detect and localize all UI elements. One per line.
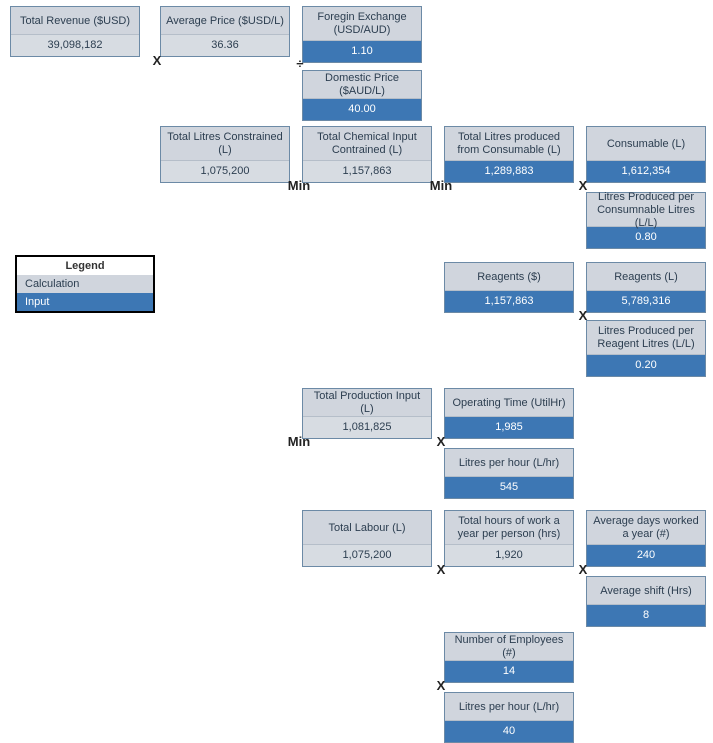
node-litres-per-hour-prod: Litres per hour (L/hr) 545: [444, 448, 574, 499]
node-label: Litres per hour (L/hr): [445, 693, 573, 721]
node-label: Operating Time (UtilHr): [445, 389, 573, 417]
node-value: 0.80: [587, 227, 705, 248]
node-label: Number of Employees (#): [445, 633, 573, 661]
node-value: 1,081,825: [303, 417, 431, 438]
node-value: 1,157,863: [445, 291, 573, 312]
node-total-production-input: Total Production Input (L) 1,081,825: [302, 388, 432, 439]
node-value: 1,612,354: [587, 161, 705, 182]
node-value: 8: [587, 605, 705, 626]
node-avg-days-worked: Average days worked a year (#) 240: [586, 510, 706, 567]
op-mult: X: [142, 53, 172, 69]
node-total-chem-input: Total Chemical Input Contrained (L) 1,15…: [302, 126, 432, 183]
node-label: Litres per hour (L/hr): [445, 449, 573, 477]
node-label: Reagents ($): [445, 263, 573, 291]
node-value: 1,920: [445, 545, 573, 566]
node-value: 40: [445, 721, 573, 742]
node-value: 1,985: [445, 417, 573, 438]
node-domestic-price: Domestic Price ($AUD/L) 40.00: [302, 70, 422, 121]
node-label: Average shift (Hrs): [587, 577, 705, 605]
node-value: 545: [445, 477, 573, 498]
node-reagents-l: Reagents (L) 5,789,316: [586, 262, 706, 313]
op-mult: X: [568, 308, 598, 324]
node-total-litres-consumable: Total Litres produced from Consumable (L…: [444, 126, 574, 183]
node-foreign-exchange: Foregin Exchange (USD/AUD) 1.10: [302, 6, 422, 63]
node-total-hours-per-person: Total hours of work a year per person (h…: [444, 510, 574, 567]
op-mult: X: [426, 678, 456, 694]
node-reagents-dollar: Reagents ($) 1,157,863: [444, 262, 574, 313]
node-label: Foregin Exchange (USD/AUD): [303, 7, 421, 41]
node-value: 1.10: [303, 41, 421, 62]
diagram-canvas: Total Revenue ($USD) 39,098,182 Average …: [0, 0, 713, 742]
op-mult: X: [568, 178, 598, 194]
op-min: Min: [284, 178, 314, 194]
node-label: Average days worked a year (#): [587, 511, 705, 545]
node-label: Total hours of work a year per person (h…: [445, 511, 573, 545]
node-label: Litres Produced per Reagent Litres (L/L): [587, 321, 705, 355]
node-number-of-employees: Number of Employees (#) 14: [444, 632, 574, 683]
legend-row-input: Input: [17, 293, 153, 311]
legend-row-calculation: Calculation: [17, 275, 153, 293]
node-value: 5,789,316: [587, 291, 705, 312]
node-label: Reagents (L): [587, 263, 705, 291]
node-litres-per-consumable: Litres Produced per Consumnable Litres (…: [586, 192, 706, 249]
node-value: 1,075,200: [303, 545, 431, 566]
node-value: 39,098,182: [11, 35, 139, 56]
node-total-litres-constrained: Total Litres Constrained (L) 1,075,200: [160, 126, 290, 183]
node-total-revenue: Total Revenue ($USD) 39,098,182: [10, 6, 140, 57]
node-avg-shift: Average shift (Hrs) 8: [586, 576, 706, 627]
node-label: Total Labour (L): [303, 511, 431, 545]
legend-title: Legend: [17, 257, 153, 275]
node-value: 0.20: [587, 355, 705, 376]
node-value: 1,289,883: [445, 161, 573, 182]
node-label: Consumable (L): [587, 127, 705, 161]
node-label: Average Price ($USD/L): [161, 7, 289, 35]
op-div: ÷: [285, 56, 315, 72]
node-total-labour: Total Labour (L) 1,075,200: [302, 510, 432, 567]
node-label: Litres Produced per Consumnable Litres (…: [587, 193, 705, 227]
legend: Legend Calculation Input: [15, 255, 155, 313]
node-value: 14: [445, 661, 573, 682]
node-litres-per-hour-labour: Litres per hour (L/hr) 40: [444, 692, 574, 743]
op-min: Min: [284, 434, 314, 450]
op-mult: X: [426, 434, 456, 450]
node-label: Total Production Input (L): [303, 389, 431, 417]
node-operating-time: Operating Time (UtilHr) 1,985: [444, 388, 574, 439]
node-value: 1,075,200: [161, 161, 289, 182]
node-average-price: Average Price ($USD/L) 36.36: [160, 6, 290, 57]
node-value: 40.00: [303, 99, 421, 120]
node-litres-per-reagent: Litres Produced per Reagent Litres (L/L)…: [586, 320, 706, 377]
node-label: Total Litres Constrained (L): [161, 127, 289, 161]
node-label: Total Litres produced from Consumable (L…: [445, 127, 573, 161]
node-consumable-l: Consumable (L) 1,612,354: [586, 126, 706, 183]
node-value: 240: [587, 545, 705, 566]
op-mult: X: [426, 562, 456, 578]
node-label: Total Revenue ($USD): [11, 7, 139, 35]
node-value: 36.36: [161, 35, 289, 56]
op-mult: X: [568, 562, 598, 578]
op-min: Min: [426, 178, 456, 194]
node-label: Domestic Price ($AUD/L): [303, 71, 421, 99]
node-value: 1,157,863: [303, 161, 431, 182]
node-label: Total Chemical Input Contrained (L): [303, 127, 431, 161]
